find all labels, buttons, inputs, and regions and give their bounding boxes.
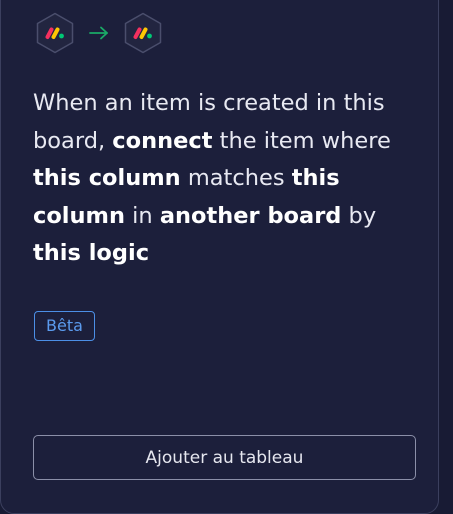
recipe-logic-keyword: this logic (33, 240, 150, 266)
beta-badge: Bêta (34, 311, 95, 341)
monday-logo-icon (124, 12, 162, 54)
arrow-right-icon (77, 11, 121, 55)
recipe-text-segment: by (341, 202, 377, 229)
recipe-board-keyword: another board (159, 202, 342, 229)
recipe-column-keyword: this column (33, 165, 181, 191)
recipe-text-segment: matches (180, 165, 292, 191)
add-to-board-button[interactable]: Ajouter au tableau (33, 435, 416, 480)
recipe-text-segment: the item where (212, 127, 391, 154)
recipe-action-keyword: connect (112, 127, 213, 154)
integration-icons (33, 11, 165, 55)
monday-logo-icon (36, 12, 74, 54)
recipe-text-segment: in (125, 202, 160, 229)
recipe-description: When an item is created in this board, c… (33, 85, 428, 273)
